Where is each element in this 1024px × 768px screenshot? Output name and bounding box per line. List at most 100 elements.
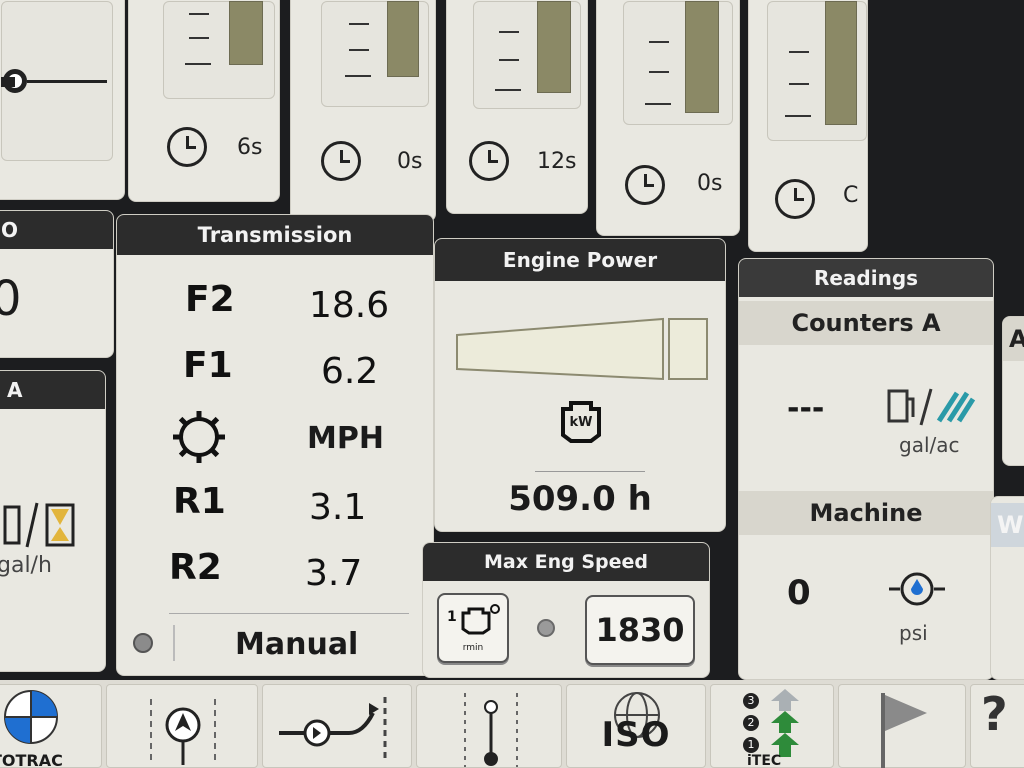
timer-value: 12s (537, 149, 577, 174)
gauge-bar (537, 1, 571, 93)
left-edge-panel-top[interactable]: O 0 (0, 210, 114, 358)
left-edge-top-value: 0 (0, 271, 22, 327)
machine-unit: psi (899, 621, 928, 645)
engine-hours: 509.0 h (508, 479, 652, 519)
counters-value: --- (787, 391, 825, 426)
steering-compass-button[interactable] (106, 684, 258, 768)
itec-button[interactable]: 3 2 1 iTEC (710, 684, 834, 768)
right-edge-label-2: W (991, 503, 1024, 547)
readings-panel[interactable]: Readings Counters A --- gal/ac Machine 0… (738, 258, 994, 680)
counters-title: Counters A (739, 301, 993, 345)
gauge-tick (649, 41, 669, 43)
timer-clock-icon (469, 141, 509, 181)
gear-value-r2: 3.7 (305, 553, 363, 594)
speed-mode-icon-text: rmin (462, 643, 484, 653)
gauge-tick (185, 63, 211, 65)
engine-power-title: Engine Power (435, 239, 725, 281)
gauge-panel-left-edge (0, 0, 125, 200)
speed-mode-button[interactable]: 1 rmin (437, 593, 509, 663)
gear-label-r1: R1 (173, 481, 226, 522)
power-bar-graph (456, 317, 708, 381)
gear-value-f1: 6.2 (321, 351, 379, 392)
timer-value: 6s (237, 135, 263, 160)
gauge-tick (189, 37, 209, 39)
bottom-shortcut-bar: TOTRAC (0, 680, 1024, 768)
iso-label: ISO (601, 715, 671, 755)
transmission-panel[interactable]: Transmission F2 18.6 F1 6.2 MPH R1 3.1 R… (116, 214, 434, 676)
help-icon: ? (981, 687, 1008, 741)
machine-title: Machine (739, 491, 993, 535)
gauge-bar (825, 1, 857, 125)
gauge-tick (345, 75, 371, 77)
fuel-area-icon (887, 388, 976, 426)
gear-label-f1: F1 (183, 345, 233, 386)
mode-indicator-led (133, 633, 153, 653)
autotrac-button[interactable]: TOTRAC (0, 684, 102, 768)
gauge-bar (685, 1, 719, 113)
itec-step-3: 3 (743, 693, 759, 709)
autotrac-label: TOTRAC (0, 751, 63, 768)
itec-step-1: 1 (743, 737, 759, 753)
gear-value-f2: 18.6 (309, 285, 390, 326)
gear-label-f2: F2 (185, 279, 235, 320)
left-edge-panel-mid[interactable]: A gal/h (0, 370, 106, 672)
right-edge-label-1: A (1003, 317, 1024, 361)
timer-clock-icon (775, 179, 815, 219)
left-edge-mid-header: A (0, 371, 105, 409)
max-eng-speed-input[interactable]: 1830 (585, 595, 695, 665)
gauge-bar (387, 1, 419, 77)
mode-separator (173, 625, 175, 661)
timer-value: 0s (397, 149, 423, 174)
gauge-tick (645, 103, 671, 105)
svg-text:1: 1 (447, 609, 457, 625)
gauge-needle-base (1, 77, 15, 87)
gauge-panel-4: 0s (596, 0, 740, 236)
guidance-path-icon (279, 697, 387, 763)
max-eng-speed-panel[interactable]: Max Eng Speed 1 rmin 1830 (422, 542, 710, 678)
iso-button[interactable]: ISO (566, 684, 706, 768)
gear-value-r1: 3.1 (309, 487, 367, 528)
row-guidance-icon (464, 693, 518, 767)
speed-indicator-led (537, 619, 555, 637)
gauge-panel-2: 0s (290, 0, 436, 222)
timer-value: C (843, 183, 859, 208)
gauge-tick (499, 59, 519, 61)
timer-clock-icon (321, 141, 361, 181)
transmission-title: Transmission (117, 215, 433, 255)
engine-power-panel[interactable]: Engine Power kW 509.0 h (434, 238, 726, 532)
gauge-panel-1: 6s (128, 0, 280, 202)
gauge-tick (789, 83, 809, 85)
machine-value: 0 (787, 573, 811, 613)
right-edge-panel-1[interactable]: A (1002, 316, 1024, 466)
timer-value: 0s (697, 171, 723, 196)
gauge-tick (349, 49, 369, 51)
counters-unit: gal/ac (899, 433, 960, 457)
guidance-path-button[interactable] (262, 684, 412, 768)
transmission-mode: Manual (235, 627, 359, 662)
gauge-bar (229, 1, 263, 65)
readings-title: Readings (739, 259, 993, 297)
flag-button[interactable] (838, 684, 966, 768)
gauge-tick (349, 23, 369, 25)
itec-step-2: 2 (743, 715, 759, 731)
gauge-needle-line (27, 80, 107, 83)
help-button[interactable]: ? (970, 684, 1024, 768)
max-eng-speed-title: Max Eng Speed (423, 543, 709, 581)
gauge-tick (499, 31, 519, 33)
speed-unit: MPH (307, 421, 384, 456)
gauge-tick (189, 13, 209, 15)
timer-clock-icon (167, 127, 207, 167)
row-guidance-button[interactable] (416, 684, 562, 768)
itec-arrows-icon (771, 689, 799, 757)
engine-power-divider (535, 471, 645, 472)
left-edge-unit: gal/h (0, 553, 52, 578)
timer-clock-icon (625, 165, 665, 205)
fuel-hourglass-icon (3, 502, 75, 548)
flag-icon (881, 693, 927, 768)
gauge-tick (789, 51, 809, 53)
mode-divider (169, 613, 409, 614)
oil-pressure-icon (889, 572, 945, 606)
left-edge-top-header: O (0, 211, 113, 249)
right-edge-panel-2[interactable]: W (990, 496, 1024, 680)
gear-cog-icon (173, 411, 225, 463)
